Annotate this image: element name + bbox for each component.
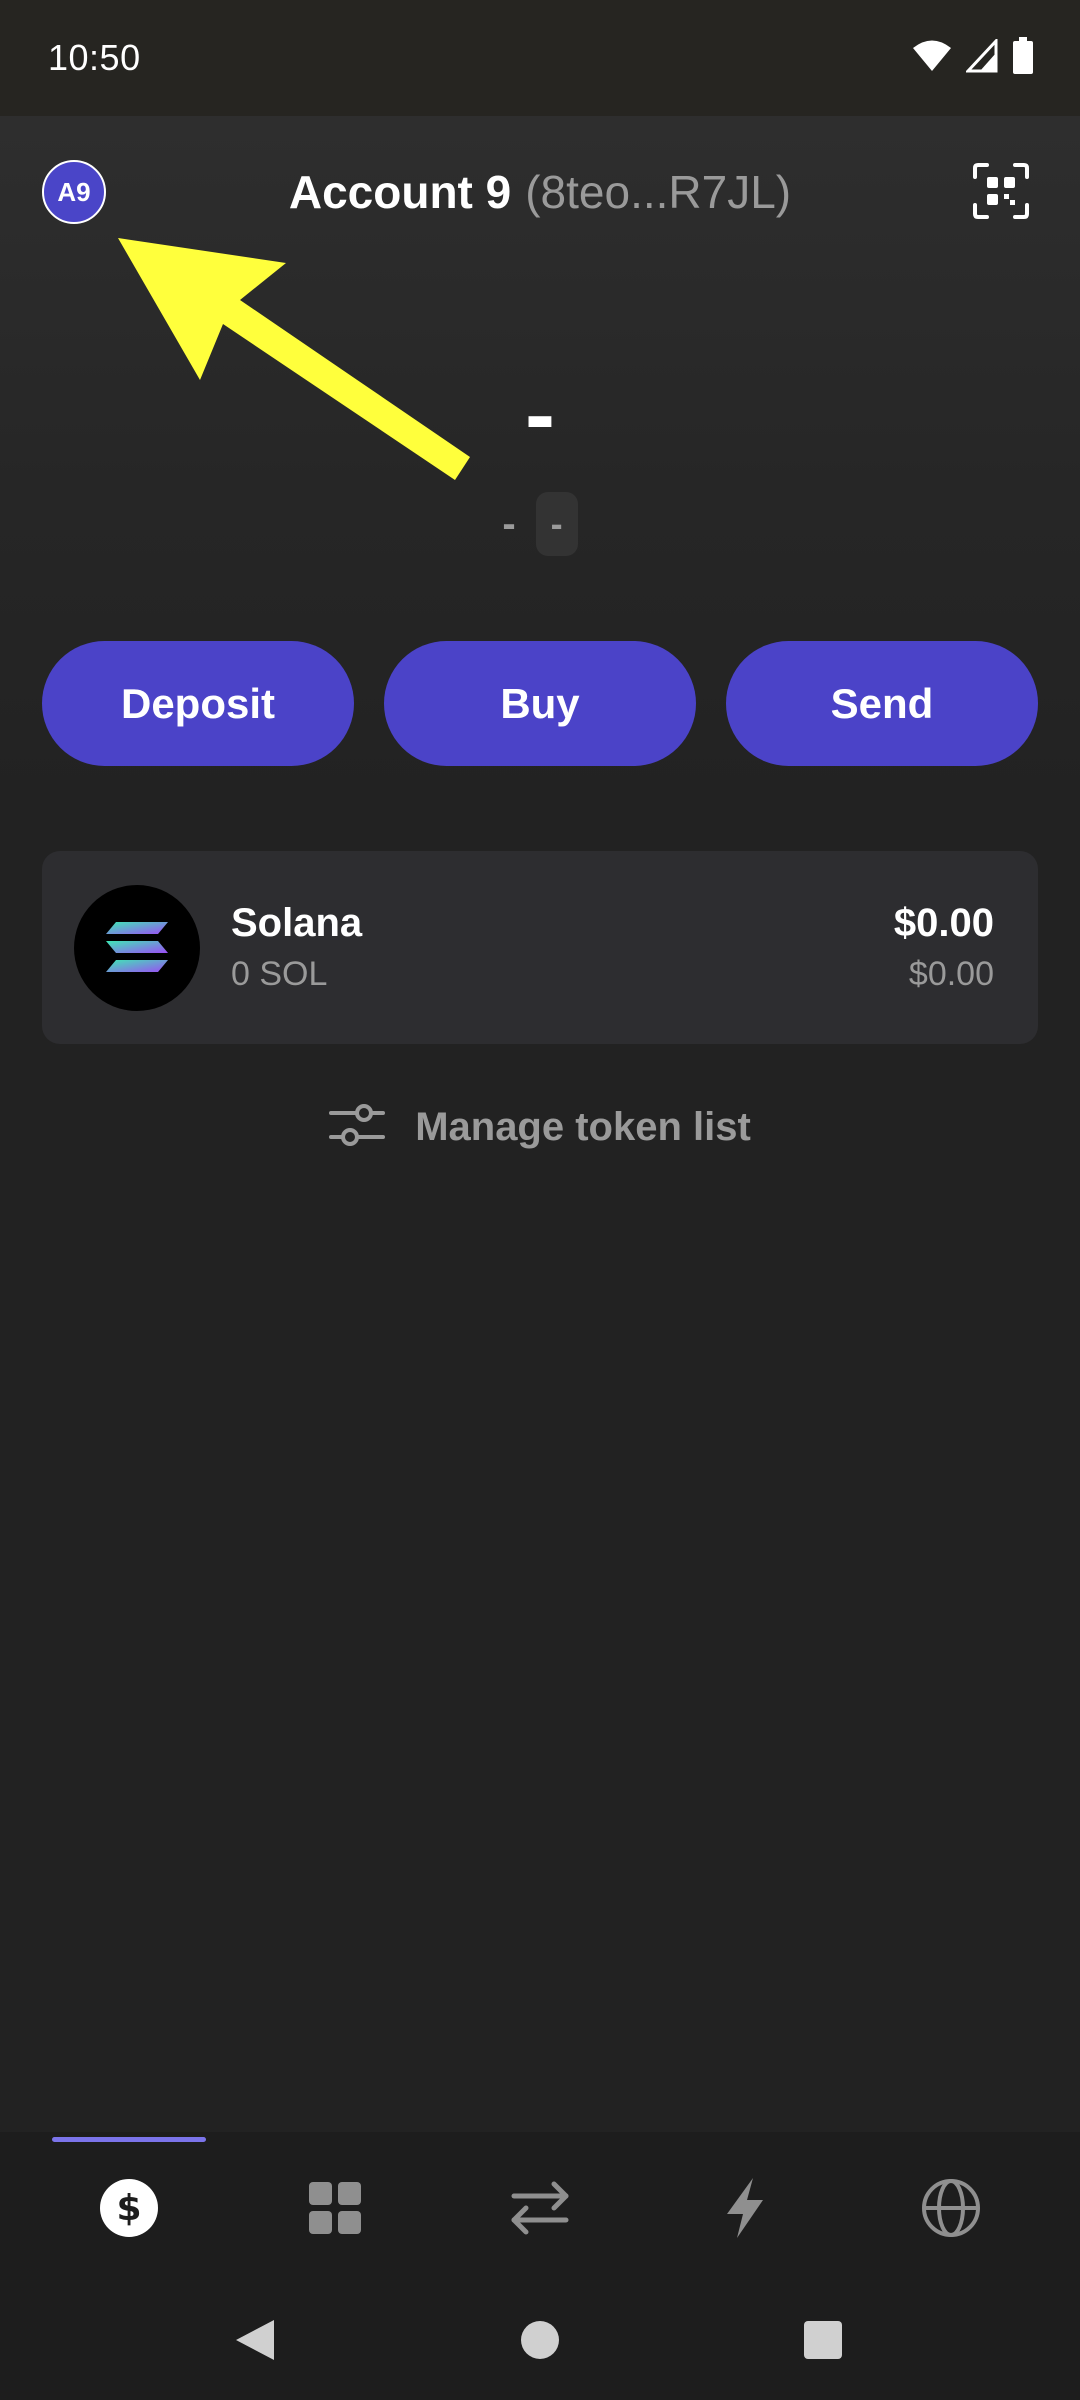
- battery-icon: [1012, 36, 1034, 80]
- buy-button[interactable]: Buy: [384, 641, 696, 766]
- account-selector[interactable]: Account 9 (8teo...R7JL): [0, 160, 1080, 224]
- account-name: Account 9: [288, 166, 512, 218]
- token-name: Solana: [231, 901, 363, 945]
- dollar-icon: $: [99, 2178, 159, 2243]
- sliders-icon: [329, 1100, 386, 1155]
- activity-bolt-icon: [723, 2176, 767, 2245]
- active-tab-indicator: [52, 2137, 206, 2142]
- status-bar: 10:50: [0, 0, 1080, 116]
- deposit-button[interactable]: Deposit: [42, 641, 354, 766]
- balance-change-row: - -: [0, 492, 1080, 556]
- tab-activity[interactable]: [705, 2170, 785, 2250]
- solana-logo-icon: [74, 885, 200, 1011]
- recents-icon[interactable]: [793, 2310, 853, 2370]
- globe-icon: [921, 2178, 981, 2243]
- token-amount: 0 SOL: [231, 955, 328, 993]
- tab-wallet[interactable]: $: [89, 2170, 169, 2250]
- account-address: (8teo...R7JL): [525, 166, 792, 218]
- home-icon[interactable]: [510, 2310, 570, 2370]
- svg-text:$: $: [116, 2188, 141, 2229]
- token-value: $0.00: [893, 901, 994, 945]
- status-icons: [912, 36, 1034, 80]
- balance-change: -: [502, 501, 516, 546]
- tab-browser[interactable]: [911, 2170, 991, 2250]
- send-button[interactable]: Send: [726, 641, 1038, 766]
- token-row-solana[interactable]: Solana 0 SOL $0.00 $0.00: [42, 851, 1038, 1044]
- cellular-signal-icon: [964, 36, 998, 78]
- tab-collectibles[interactable]: [295, 2170, 375, 2250]
- wifi-icon: [912, 39, 952, 78]
- manage-token-list-label: Manage token list: [415, 1104, 751, 1149]
- tab-swap[interactable]: [500, 2170, 580, 2250]
- collectibles-grid-icon: [307, 2180, 363, 2241]
- balance-change-percent: -: [535, 492, 578, 556]
- balance-total: -: [525, 365, 555, 465]
- annotation-arrow-icon: [110, 230, 490, 500]
- qr-scan-icon[interactable]: [972, 162, 1030, 220]
- manage-token-list-button[interactable]: Manage token list: [0, 1097, 1080, 1157]
- action-row: Deposit Buy Send: [42, 641, 1038, 766]
- back-icon[interactable]: [225, 2310, 285, 2370]
- status-time: 10:50: [48, 37, 141, 78]
- swap-icon: [510, 2180, 570, 2241]
- token-value-change: $0.00: [908, 955, 994, 993]
